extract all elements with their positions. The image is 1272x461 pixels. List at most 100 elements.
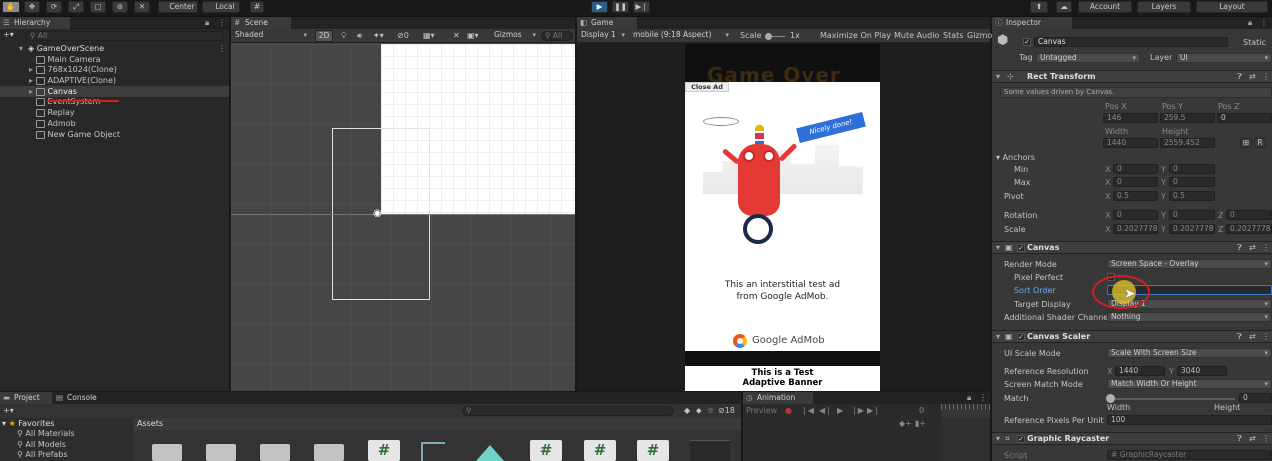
scene-search-input[interactable]: ⚲ All (541, 31, 573, 41)
help-icon[interactable]: ❓︎ (1237, 243, 1242, 253)
camera-gizmo-icon[interactable]: ◉ (373, 209, 382, 219)
expand-arrow-icon[interactable]: ▸ (29, 87, 33, 97)
record-button[interactable]: ● (785, 406, 792, 416)
camera-icon[interactable]: ▣▾ (467, 31, 479, 41)
tab-project[interactable]: ▬ Project (0, 392, 52, 404)
folder-icon[interactable] (152, 444, 182, 461)
scale-slider-thumb[interactable] (765, 33, 772, 40)
prefab-network-icon[interactable] (421, 442, 445, 461)
help-icon[interactable]: ❓︎ (1237, 332, 1242, 342)
render-mode-dropdown[interactable]: Screen Space - Overlay (1107, 259, 1272, 269)
tools-icon[interactable]: ✕ (453, 31, 460, 41)
static-toggle[interactable]: Static (1243, 38, 1266, 48)
tab-animation[interactable]: ◷ Animation (743, 392, 813, 404)
tab-scene[interactable]: # Scene (231, 17, 291, 29)
folder-icon[interactable] (260, 444, 290, 461)
create-button[interactable]: +▾ (3, 30, 14, 40)
layers-dropdown[interactable]: Layers (1137, 1, 1191, 13)
filter-type-icon[interactable]: ◆ (684, 406, 690, 416)
anchor-min-x-field[interactable]: 0 (1113, 164, 1158, 174)
maximize-on-play-toggle[interactable]: Maximize On Play (820, 31, 891, 41)
component-menu-icon[interactable]: ⋮ (1262, 332, 1270, 341)
scale-z-field[interactable]: 0.2027778 (1226, 224, 1272, 234)
component-menu-icon[interactable]: ⋮ (1262, 72, 1270, 81)
list-item[interactable]: New Game Object (36, 130, 120, 140)
expand-arrow-icon[interactable]: ▸ (29, 76, 33, 86)
help-icon[interactable]: ❓︎ (1237, 72, 1242, 82)
transform-tool-button[interactable]: ⊛ (112, 1, 128, 13)
prev-key-button[interactable]: ◀❘ (819, 406, 832, 416)
pivot-local-toggle[interactable]: Local (202, 1, 240, 13)
folder-icon[interactable] (206, 444, 236, 461)
hidden-packages-icon[interactable]: ⊘18 (718, 406, 735, 416)
menu-icon[interactable]: ⋮ (979, 393, 987, 403)
account-dropdown[interactable]: Account (1078, 1, 1132, 13)
shader-triangle-icon[interactable] (476, 445, 504, 461)
scene-root[interactable]: ◈ GameOverScene (28, 44, 104, 54)
component-menu-icon[interactable]: ⋮ (1262, 243, 1270, 252)
preview-toggle[interactable]: Preview (746, 406, 777, 416)
collab-button[interactable]: ⬆ (1030, 1, 1048, 13)
mute-audio-toggle[interactable]: Mute Audio (894, 31, 939, 41)
ref-resolution-x-field[interactable]: 1440 (1115, 366, 1165, 376)
component-enabled-checkbox[interactable]: ✓ (1017, 333, 1025, 341)
tab-console[interactable]: ▤ Console (53, 392, 113, 404)
lock-icon[interactable]: 🔒︎ (967, 393, 971, 403)
help-icon[interactable]: ❓︎ (1237, 434, 1242, 444)
custom-tool-button[interactable]: ✕ (134, 1, 150, 13)
lock-icon[interactable]: 🔒︎ (1248, 18, 1252, 28)
csharp-script-icon[interactable]: # (637, 440, 669, 461)
move-tool-button[interactable]: ✥ (24, 1, 40, 13)
tab-hierarchy[interactable]: ☰ Hierarchy (0, 17, 70, 29)
preset-icon[interactable]: ⇄ (1249, 332, 1256, 341)
component-menu-icon[interactable]: ⋮ (1262, 434, 1270, 443)
asset-thumbnail[interactable] (690, 440, 730, 461)
pivot-y-field[interactable]: 0.5 (1169, 191, 1215, 201)
anchor-max-y-field[interactable]: 0 (1169, 177, 1215, 187)
ui-scale-mode-dropdown[interactable]: Scale With Screen Size (1107, 348, 1272, 358)
close-ad-button[interactable]: Close Ad (685, 82, 729, 92)
list-item[interactable]: Canvas (36, 87, 77, 97)
project-search-input[interactable]: ⚲ (462, 406, 674, 416)
display-dropdown[interactable]: Display 1 (578, 31, 628, 41)
2d-toggle[interactable]: 2D (315, 30, 333, 42)
grid-icon[interactable]: ▦▾ (423, 31, 435, 41)
match-value-field[interactable]: 0 (1239, 393, 1272, 403)
preset-icon[interactable]: ⇄ (1249, 434, 1256, 443)
tab-inspector[interactable]: ⓘ Inspector (992, 17, 1072, 29)
lock-icon[interactable]: 🔒︎ (205, 18, 209, 28)
blueprint-mode-button[interactable]: ⊞ (1240, 138, 1252, 148)
visibility-icon[interactable]: ⊘0 (397, 31, 409, 41)
grid-snap-button[interactable]: # (250, 1, 264, 13)
ref-resolution-y-field[interactable]: 3040 (1177, 366, 1227, 376)
rotation-x-field[interactable]: 0 (1113, 210, 1158, 220)
play-button[interactable]: ▶ (591, 1, 608, 13)
pivot-x-field[interactable]: 0.5 (1113, 191, 1158, 201)
match-slider-track[interactable] (1110, 398, 1235, 400)
effects-icon[interactable]: ✦▾ (373, 31, 384, 41)
create-button[interactable]: +▾ (3, 406, 14, 416)
graphic-raycaster-header[interactable]: ▾ ⌗ ✓ Graphic Raycaster ❓︎ ⇄ ⋮ (992, 432, 1272, 445)
aspect-dropdown[interactable]: mobile (9:18 Aspect) (630, 31, 732, 41)
step-button[interactable]: ▶❘ (633, 1, 650, 13)
object-name-field[interactable]: Canvas (1034, 37, 1228, 47)
folder-icon[interactable] (314, 444, 344, 461)
list-item[interactable]: Replay (36, 108, 75, 118)
height-field[interactable]: 2559.452 (1160, 138, 1215, 148)
play-animation-button[interactable]: ▶ (837, 406, 843, 416)
list-item[interactable]: Main Camera (36, 55, 101, 65)
list-item[interactable]: EventSystem (36, 97, 100, 107)
list-item[interactable]: ⚲ All Models (17, 440, 66, 450)
list-item[interactable]: ADAPTIVE(Clone) (36, 76, 116, 86)
component-enabled-checkbox[interactable]: ✓ (1017, 435, 1025, 443)
pivot-center-toggle[interactable]: Center (158, 1, 198, 13)
layer-dropdown[interactable]: UI (1176, 53, 1272, 63)
canvas-scaler-header[interactable]: ▾ ▣ ✓ Canvas Scaler ❓︎ ⇄ ⋮ (992, 330, 1272, 343)
list-item[interactable]: 768x1024(Clone) (36, 65, 117, 75)
raw-edit-button[interactable]: R (1254, 138, 1266, 148)
anchor-max-x-field[interactable]: 0 (1113, 177, 1158, 187)
screen-match-mode-dropdown[interactable]: Match Width Or Height (1107, 379, 1272, 389)
assets-breadcrumb[interactable]: Assets (137, 419, 163, 429)
add-event-icon[interactable]: ▮+ (915, 419, 926, 429)
audio-icon[interactable]: 🔊︎ (357, 31, 362, 41)
